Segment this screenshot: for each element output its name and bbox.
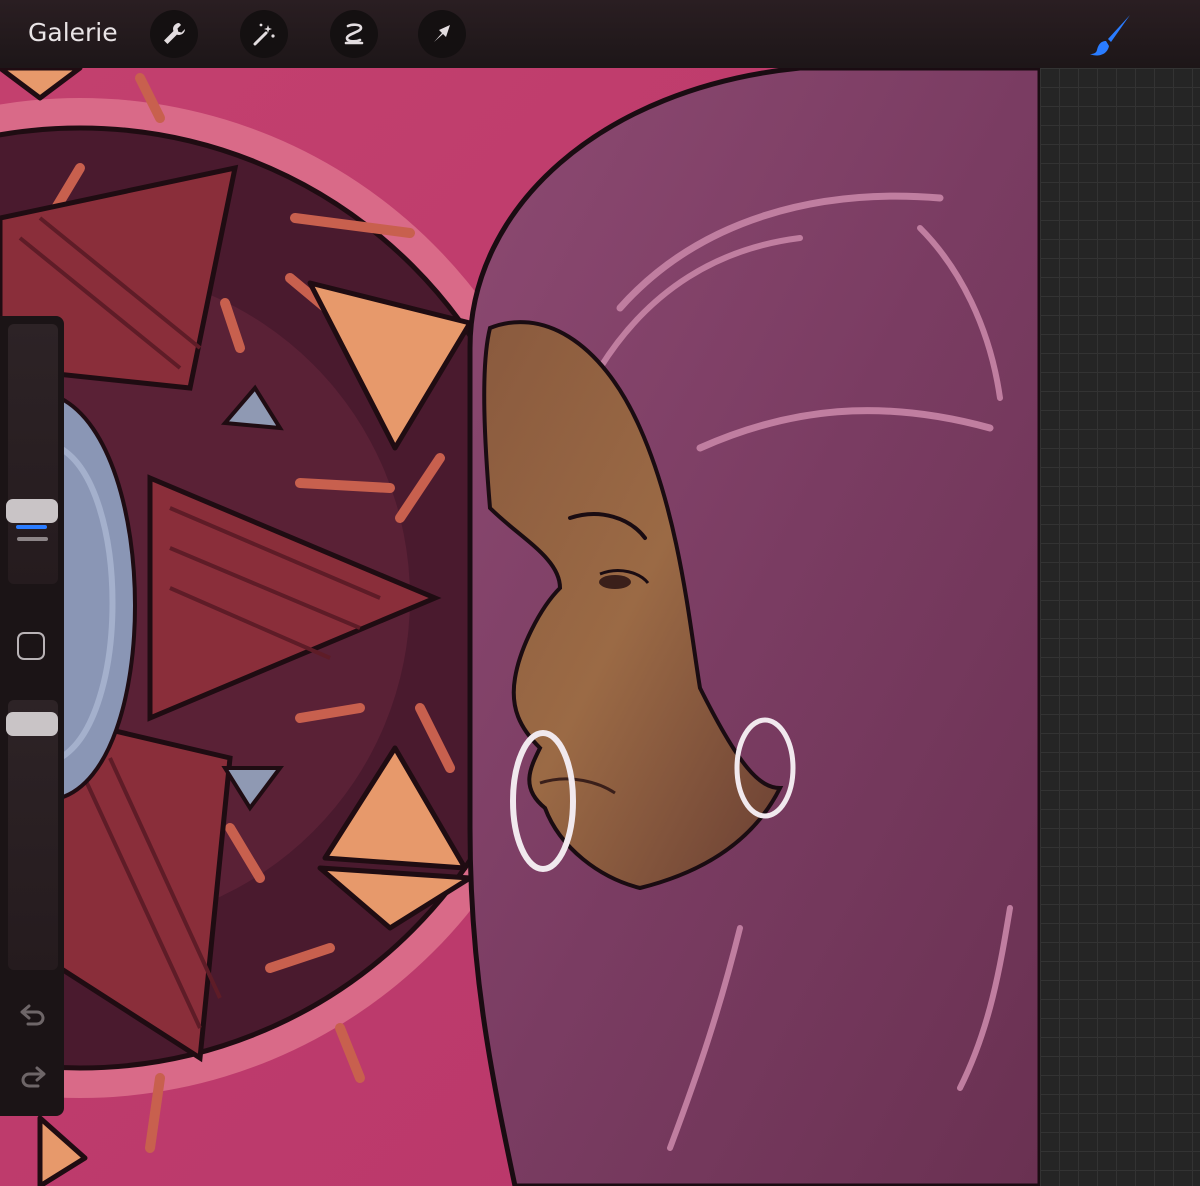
undo-button[interactable] bbox=[18, 1000, 48, 1028]
magic-wand-icon bbox=[253, 23, 275, 46]
redo-button[interactable] bbox=[18, 1062, 48, 1090]
brush-size-slider[interactable] bbox=[8, 324, 58, 584]
opacity-slider[interactable] bbox=[8, 700, 58, 970]
actions-button[interactable] bbox=[150, 10, 198, 58]
brush-tool-button[interactable] bbox=[1086, 12, 1134, 58]
drawing-canvas[interactable] bbox=[0, 68, 1040, 1186]
modify-square-button[interactable] bbox=[17, 632, 45, 660]
top-toolbar: Galerie bbox=[0, 0, 1200, 68]
gallery-button[interactable]: Galerie bbox=[28, 18, 118, 47]
wrench-icon bbox=[164, 23, 185, 44]
brush-size-thumb[interactable] bbox=[6, 499, 58, 529]
side-toolbar bbox=[0, 316, 64, 1116]
redo-icon bbox=[21, 1066, 46, 1088]
transform-button[interactable] bbox=[418, 10, 466, 58]
transform-arrow-icon bbox=[434, 25, 450, 42]
brush-icon bbox=[1090, 15, 1130, 56]
selection-icon bbox=[344, 23, 364, 45]
undo-icon bbox=[20, 1004, 45, 1026]
artwork bbox=[0, 68, 1040, 1186]
slider-tick bbox=[17, 537, 48, 541]
canvas-grid-background bbox=[1040, 68, 1200, 1186]
opacity-thumb[interactable] bbox=[6, 712, 58, 736]
adjustments-button[interactable] bbox=[240, 10, 288, 58]
selection-button[interactable] bbox=[330, 10, 378, 58]
